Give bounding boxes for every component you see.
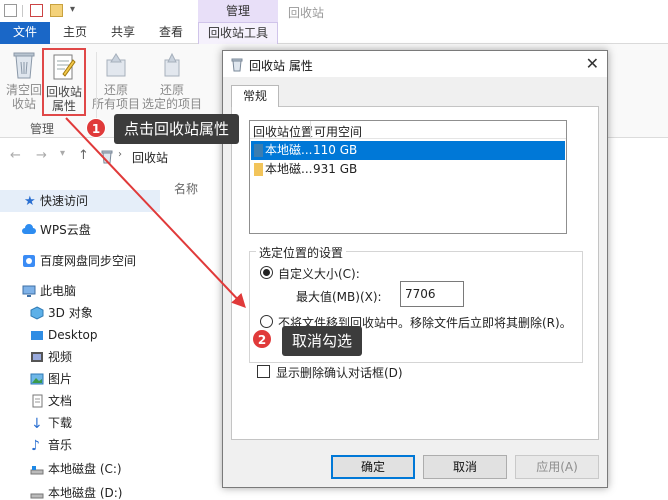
tab-file[interactable]: 文件 xyxy=(0,22,50,44)
recent-locations-icon[interactable]: ▾ xyxy=(60,148,65,159)
breadcrumb-chevron-icon: › xyxy=(118,149,122,160)
tab-recycle-bin-tools[interactable]: 回收站工具 xyxy=(198,22,278,44)
document-icon xyxy=(32,394,43,408)
up-icon[interactable]: ↑ xyxy=(78,148,89,163)
sidebar-item-wps-cloud[interactable]: WPS云盘 xyxy=(0,219,160,241)
sidebar-item-disk-d[interactable]: 本地磁盘 (D:) xyxy=(0,482,160,500)
restore-all-icon xyxy=(106,53,126,77)
sidebar-item-downloads[interactable]: ↓ 下载 xyxy=(0,412,160,434)
recycle-bin-small-icon xyxy=(101,150,113,164)
properties-icon xyxy=(53,54,76,80)
3d-objects-icon xyxy=(30,306,44,320)
column-divider xyxy=(310,121,311,139)
computer-icon xyxy=(22,285,36,297)
back-icon[interactable]: ← xyxy=(10,148,21,163)
general-tab-panel: 回收站位置 可用空间 本地磁... 110 GB 本地磁... 931 GB 选… xyxy=(231,106,599,440)
column-header-name[interactable]: 名称 xyxy=(174,180,198,197)
close-icon[interactable]: ✕ xyxy=(586,54,599,73)
context-tab-manage: 管理 xyxy=(198,0,278,22)
window-title: 回收站 xyxy=(288,6,325,20)
step-label: 点击回收站属性 xyxy=(114,114,240,144)
forward-icon[interactable]: → xyxy=(36,148,47,163)
pictures-icon xyxy=(30,373,44,385)
step-badge: 1 xyxy=(86,118,106,138)
drive-icon xyxy=(254,163,263,176)
dialog-title-bar[interactable]: 回收站 属性 ✕ xyxy=(223,51,607,77)
sidebar-item-music[interactable]: ♪ 音乐 xyxy=(0,434,160,456)
drive-icon xyxy=(30,466,44,475)
download-arrow-icon: ↓ xyxy=(31,416,43,432)
list-item[interactable]: 本地磁... 931 GB xyxy=(251,160,565,179)
music-note-icon: ♪ xyxy=(31,438,40,454)
sidebar-item-quick-access[interactable]: ★ 快速访问 xyxy=(0,190,160,212)
qat-customize-icon[interactable]: ▾ xyxy=(70,4,75,15)
sidebar-item-disk-c[interactable]: 本地磁盘 (C:) xyxy=(0,458,160,480)
drive-icon xyxy=(30,493,44,499)
sidebar-item-3d-objects[interactable]: 3D 对象 xyxy=(0,302,160,324)
star-icon: ★ xyxy=(24,194,36,209)
sidebar-item-baidu-sync[interactable]: 百度网盘同步空间 xyxy=(0,250,160,272)
tab-view[interactable]: 查看 xyxy=(148,22,194,44)
sidebar-item-desktop[interactable]: Desktop xyxy=(0,324,160,346)
max-size-label: 最大值(MB)(X): xyxy=(296,290,382,304)
breadcrumb[interactable]: › 回收站 xyxy=(98,147,222,167)
navigation-pane: ★ 快速访问 WPS云盘 百度网盘同步空间 此电脑 3D 对象 Desktop … xyxy=(0,178,160,500)
restore-selected-button[interactable]: 还原 选定的项目 xyxy=(142,48,202,116)
new-folder-quick-icon[interactable] xyxy=(50,4,63,17)
drive-icon xyxy=(254,144,263,157)
properties-quick-icon[interactable] xyxy=(30,4,43,17)
ribbon-tabs: 文件 主页 共享 查看 回收站工具 xyxy=(0,22,668,44)
cloud-icon xyxy=(22,224,36,234)
show-delete-confirm-checkbox[interactable] xyxy=(257,365,270,378)
desktop-icon xyxy=(31,331,43,340)
sidebar-item-documents[interactable]: 文档 xyxy=(0,390,160,412)
sidebar-item-videos[interactable]: 视频 xyxy=(0,346,160,368)
recycle-bin-icon xyxy=(13,52,35,79)
baidu-netdisk-icon xyxy=(23,255,35,267)
cancel-button[interactable]: 取消 xyxy=(423,455,507,479)
column-header-space[interactable]: 可用空间 xyxy=(314,123,362,140)
recycle-bin-properties-button[interactable]: 回收站 属性 xyxy=(42,48,86,116)
show-delete-confirm-label: 显示删除确认对话框(D) xyxy=(276,366,403,380)
column-header-location[interactable]: 回收站位置 xyxy=(253,123,313,140)
breadcrumb-item[interactable]: 回收站 xyxy=(132,149,168,166)
tab-general[interactable]: 常规 xyxy=(231,85,279,107)
quick-access-toolbar: ▾ xyxy=(0,0,668,22)
custom-size-label: 自定义大小(C): xyxy=(278,267,360,281)
location-list[interactable]: 回收站位置 可用空间 本地磁... 110 GB 本地磁... 931 GB xyxy=(249,120,567,234)
step-label: 取消勾选 xyxy=(282,326,363,356)
list-item[interactable]: 本地磁... 110 GB xyxy=(251,141,565,160)
empty-recycle-bin-button[interactable]: 清空回 收站 xyxy=(4,48,44,116)
ribbon-group-label: 管理 xyxy=(30,122,55,136)
max-size-input[interactable] xyxy=(400,281,464,307)
toolbar-divider xyxy=(22,5,23,17)
custom-size-radio[interactable] xyxy=(260,266,273,279)
ok-button[interactable]: 确定 xyxy=(331,455,415,479)
no-recycle-radio[interactable] xyxy=(260,315,273,328)
sidebar-item-this-pc[interactable]: 此电脑 xyxy=(0,280,160,302)
recycle-bin-small-icon xyxy=(231,58,243,72)
location-list-header: 回收站位置 可用空间 xyxy=(250,121,566,139)
tab-home[interactable]: 主页 xyxy=(52,22,98,44)
restore-all-button[interactable]: 还原 所有项目 xyxy=(92,48,140,116)
apply-button[interactable]: 应用(A) xyxy=(515,455,599,479)
step-badge: 2 xyxy=(252,329,272,349)
video-icon xyxy=(31,352,43,362)
settings-group-legend: 选定位置的设置 xyxy=(256,244,347,261)
dialog-title: 回收站 属性 xyxy=(249,59,313,73)
tab-share[interactable]: 共享 xyxy=(100,22,146,44)
recycle-bin-properties-dialog: 回收站 属性 ✕ 常规 回收站位置 可用空间 本地磁... 110 GB 本地磁… xyxy=(222,50,608,488)
sidebar-item-pictures[interactable]: 图片 xyxy=(0,368,160,390)
restore-selected-icon xyxy=(164,52,180,77)
quick-access-icon[interactable] xyxy=(4,4,17,17)
